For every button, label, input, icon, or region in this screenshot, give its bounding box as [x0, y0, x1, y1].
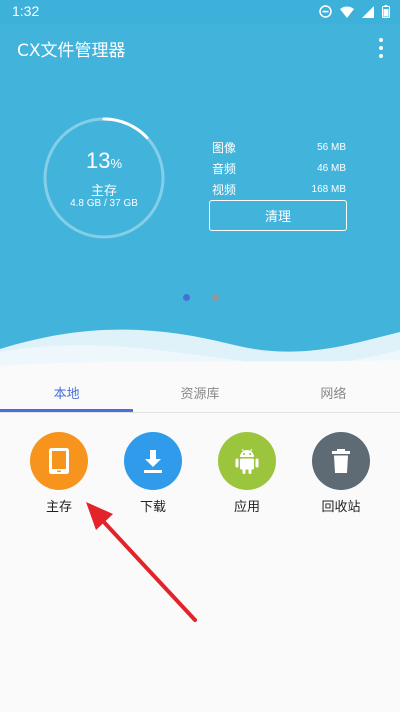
status-icons [319, 5, 390, 22]
storage-label: 主存 [90, 184, 117, 199]
storage-header: CX文件管理器 13% 主存 4.8 GB / 37 GB 图像 56 MB 音… [0, 24, 400, 374]
tab-bar: 本地 资源库 网络 [0, 374, 400, 412]
location-apps[interactable]: 应用 [200, 432, 294, 515]
android-icon [235, 448, 259, 474]
downloads-button[interactable] [124, 432, 182, 490]
stat-name: 视频 [212, 182, 237, 197]
dnd-icon [319, 5, 332, 22]
signal-icon [362, 5, 374, 22]
clean-button[interactable]: 清理 [209, 200, 347, 231]
trash-icon [332, 449, 350, 473]
storage-percent: 13 [85, 148, 111, 173]
main-storage-button[interactable] [30, 432, 88, 490]
location-label: 回收站 [321, 500, 361, 515]
stat-value: 56 MB [317, 141, 346, 153]
stat-row-video: 视频 168 MB [212, 179, 346, 199]
tab-network[interactable]: 网络 [267, 374, 400, 412]
location-downloads[interactable]: 下载 [106, 432, 200, 515]
storage-gauge[interactable]: 13% 主存 4.8 GB / 37 GB [43, 117, 165, 239]
stat-name: 音频 [212, 161, 237, 176]
wave-decoration [0, 329, 400, 374]
download-icon [144, 450, 162, 473]
app-title: CX文件管理器 [17, 41, 126, 61]
stat-value: 46 MB [317, 162, 346, 174]
apps-button[interactable] [218, 432, 276, 490]
battery-icon [382, 5, 390, 22]
page-dot-1[interactable] [183, 294, 190, 301]
stat-value: 168 MB [311, 183, 346, 195]
storage-usage: 4.8 GB / 37 GB [70, 198, 138, 209]
stat-row-images: 图像 56 MB [212, 137, 346, 157]
tab-local[interactable]: 本地 [0, 374, 134, 412]
wifi-icon [340, 6, 354, 22]
location-recycle-bin[interactable]: 回收站 [294, 432, 388, 515]
page-indicator [183, 294, 219, 301]
status-time: 1:32 [12, 3, 40, 19]
location-label: 下载 [139, 500, 166, 515]
location-label: 应用 [233, 500, 260, 515]
location-grid: 主存 下载 应用 回收站 [0, 432, 400, 515]
percent-symbol: % [110, 156, 123, 171]
tab-divider [0, 412, 400, 413]
overflow-menu-icon[interactable] [376, 38, 386, 58]
status-bar: 1:32 [0, 0, 400, 24]
tab-library[interactable]: 资源库 [133, 374, 266, 412]
location-label: 主存 [45, 500, 72, 515]
stat-row-audio: 音频 46 MB [212, 158, 346, 178]
stat-name: 图像 [212, 140, 237, 155]
media-stats: 图像 56 MB 音频 46 MB 视频 168 MB [212, 137, 346, 200]
recycle-bin-button[interactable] [312, 432, 370, 490]
page-dot-2[interactable] [212, 294, 219, 301]
tablet-icon [49, 448, 69, 474]
location-main-storage[interactable]: 主存 [12, 432, 106, 515]
